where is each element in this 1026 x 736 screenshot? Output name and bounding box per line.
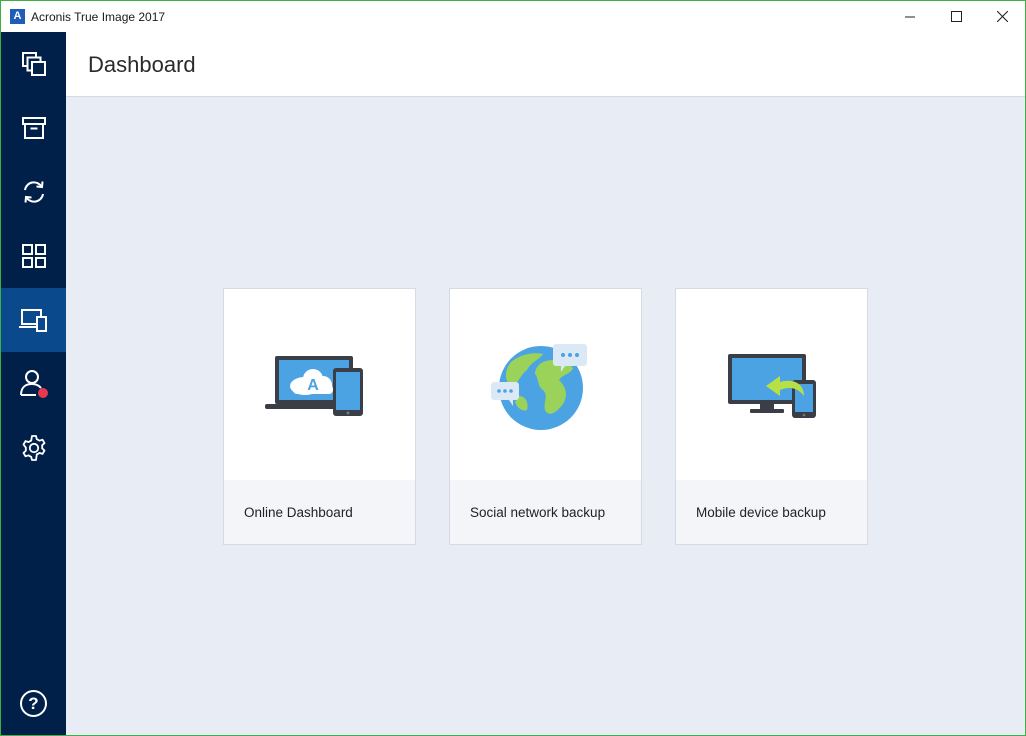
help-icon: ?	[20, 689, 47, 717]
online-dashboard-icon: A	[264, 355, 363, 416]
card-footer: Online Dashboard	[224, 480, 415, 544]
tools-icon	[21, 244, 46, 268]
sidebar-item-account[interactable]	[1, 352, 66, 416]
title-bar: A Acronis True Image 2017	[1, 1, 1025, 32]
help-glyph: ?	[28, 693, 39, 713]
minimize-button[interactable]	[887, 1, 933, 32]
sidebar: ?	[1, 32, 66, 735]
sidebar-item-dashboard[interactable]	[1, 288, 66, 352]
notification-dot	[37, 388, 48, 398]
logo-letter: A	[13, 10, 22, 22]
archive-icon	[21, 117, 46, 139]
maximize-button[interactable]	[933, 1, 979, 32]
account-icon	[19, 370, 48, 398]
maximize-icon	[950, 11, 962, 22]
card-label: Social network backup	[470, 505, 606, 520]
close-button[interactable]	[979, 1, 1025, 32]
card-art	[450, 289, 641, 480]
card-footer: Social network backup	[450, 480, 641, 544]
card-art: A	[224, 289, 415, 480]
page-title: Dashboard	[88, 52, 196, 77]
card-art	[676, 289, 867, 480]
card-online-dashboard[interactable]: A Online Dashboard	[223, 288, 416, 545]
sync-icon	[23, 181, 44, 203]
dashboard-icon	[18, 309, 47, 332]
card-social-network-backup[interactable]: Social network backup	[449, 288, 642, 545]
sidebar-item-backup[interactable]	[1, 32, 66, 96]
minimize-icon	[905, 16, 915, 17]
mobile-backup-icon	[727, 353, 816, 418]
cloud-letter: A	[307, 377, 319, 394]
close-icon	[996, 11, 1008, 22]
card-mobile-device-backup[interactable]: Mobile device backup	[675, 288, 868, 545]
card-label: Mobile device backup	[696, 505, 826, 520]
card-footer: Mobile device backup	[676, 480, 867, 544]
globe-icon	[490, 343, 587, 430]
backup-icon	[21, 52, 46, 76]
window-controls	[887, 1, 1025, 32]
app-window: A Acronis True Image 2017 ? Dashboard A …	[0, 0, 1026, 736]
sidebar-item-tools[interactable]	[1, 224, 66, 288]
sidebar-item-archive[interactable]	[1, 96, 66, 160]
sidebar-item-settings[interactable]	[1, 416, 66, 480]
sidebar-item-sync[interactable]	[1, 160, 66, 224]
acronis-logo-icon: A	[10, 9, 25, 24]
sidebar-item-help[interactable]: ?	[1, 671, 66, 735]
card-label: Online Dashboard	[244, 505, 353, 520]
window-title: Acronis True Image 2017	[31, 9, 166, 24]
page-header: Dashboard	[66, 32, 1025, 97]
settings-icon	[22, 435, 45, 461]
